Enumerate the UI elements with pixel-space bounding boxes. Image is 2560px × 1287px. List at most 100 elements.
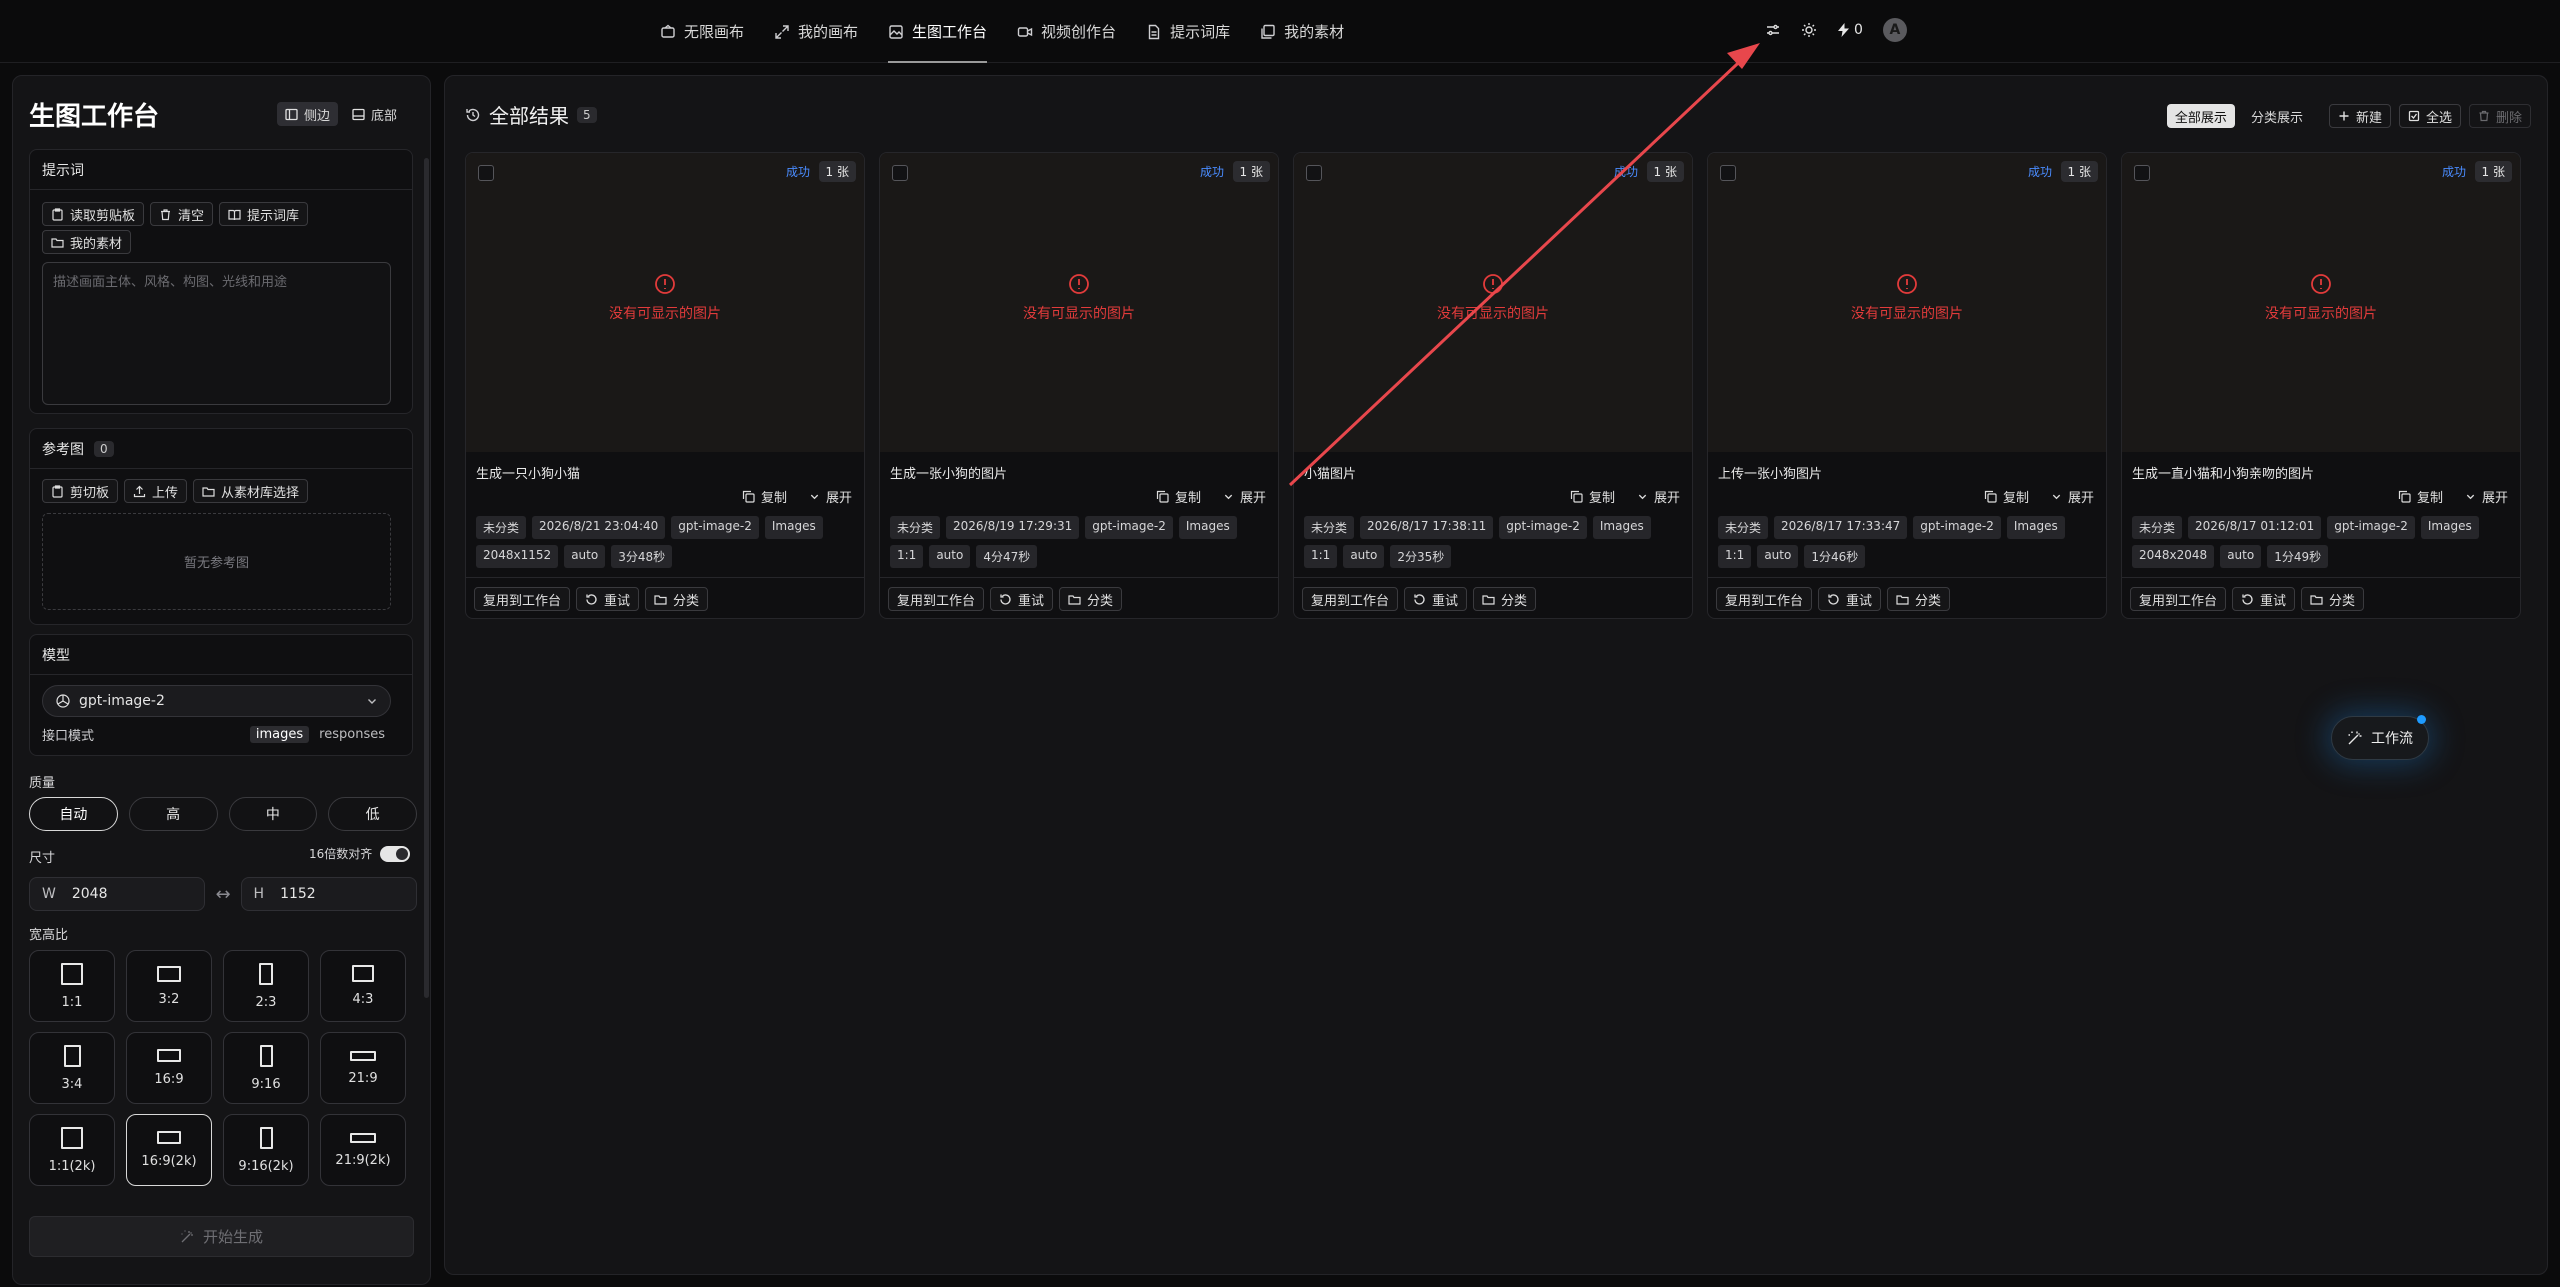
card-select-checkbox[interactable] <box>1720 165 1736 181</box>
snap-16-toggle[interactable] <box>380 845 411 862</box>
retry-button[interactable]: 重试 <box>2232 587 2296 611</box>
classify-button[interactable]: 分类 <box>1887 587 1951 611</box>
copy-button[interactable]: 复制 <box>742 487 787 506</box>
copy-icon <box>742 490 755 503</box>
button-label: 提示词库 <box>247 208 300 224</box>
card-select-checkbox[interactable] <box>478 165 494 181</box>
ratio-option[interactable]: 2:3 <box>223 950 309 1022</box>
expand-button[interactable]: 展开 <box>2465 487 2508 506</box>
result-card[interactable]: 成功 1 张 没有可显示的图片 上传一张小狗图片 复制 展开 未分类 2026/8… <box>1707 152 2107 619</box>
ratio-option[interactable]: 9:16 <box>223 1032 309 1104</box>
ratio-option[interactable]: 3:4 <box>29 1032 115 1104</box>
reference-dropzone[interactable]: 暂无参考图 <box>42 513 391 610</box>
quality-high-button[interactable]: 高 <box>128 797 218 831</box>
card-tag: 未分类 <box>476 516 527 539</box>
card-tags: 未分类 2026/8/17 17:33:47 gpt-image-2 Images 1:… <box>1718 516 2098 568</box>
width-input[interactable]: W 2048 <box>29 877 206 911</box>
reuse-to-workbench-button[interactable]: 复用到工作台 <box>1716 587 1813 611</box>
height-input[interactable]: H 1152 <box>240 877 417 911</box>
credits-indicator[interactable]: 0 <box>1837 22 1863 38</box>
card-select-checkbox[interactable] <box>1306 165 1322 181</box>
quality-auto-button[interactable]: 自动 <box>29 797 118 831</box>
ratio-option[interactable]: 4:3 <box>320 950 406 1022</box>
ratio-option[interactable]: 21:9(2k) <box>320 1114 406 1186</box>
reuse-to-workbench-button[interactable]: 复用到工作台 <box>1302 587 1399 611</box>
card-select-checkbox[interactable] <box>2134 165 2150 181</box>
card-tag: 2分35秒 <box>1390 545 1452 568</box>
button-label: 新建 <box>2355 110 2382 126</box>
paste-clipboard-button[interactable]: 剪切板 <box>42 479 119 503</box>
result-card[interactable]: 成功 1 张 没有可显示的图片 生成一直小猫和小狗亲吻的图片 复制 展开 未分类… <box>2121 152 2521 619</box>
nav-item-my-assets[interactable]: 我的素材 <box>1260 0 1344 63</box>
retry-button[interactable]: 重试 <box>576 587 640 611</box>
copy-button[interactable]: 复制 <box>1984 487 2029 506</box>
retry-button[interactable]: 重试 <box>990 587 1054 611</box>
prompt-textarea[interactable]: 描述画面主体、风格、构图、光线和用途 <box>42 262 391 405</box>
result-card[interactable]: 成功 1 张 没有可显示的图片 生成一只小狗小猫 复制 展开 未分类 2026/8… <box>465 152 865 619</box>
read-clipboard-button[interactable]: 读取剪贴板 <box>42 202 145 226</box>
quality-low-button[interactable]: 低 <box>328 797 417 831</box>
classify-button[interactable]: 分类 <box>1059 587 1123 611</box>
upload-button[interactable]: 上传 <box>124 479 188 503</box>
copy-button[interactable]: 复制 <box>1570 487 1615 506</box>
result-card[interactable]: 成功 1 张 没有可显示的图片 生成一张小狗的图片 复制 展开 未分类 2026/… <box>879 152 1279 619</box>
expand-button[interactable]: 展开 <box>1223 487 1266 506</box>
folder-icon <box>1896 594 1909 605</box>
nav-item-video-workbench[interactable]: 视频创作台 <box>1017 0 1116 63</box>
swap-dimensions-icon[interactable]: ↔ <box>215 884 230 905</box>
model-select[interactable]: gpt-image-2 <box>42 685 391 717</box>
aspect-ratio-grid: 1:1 3:2 2:3 4:3 3:4 16:9 9:16 21:9 1:1(2… <box>29 950 417 1186</box>
retry-button[interactable]: 重试 <box>1818 587 1882 611</box>
view-all-tab[interactable]: 全部展示 <box>2166 104 2235 128</box>
nav-item-image-workbench[interactable]: 生图工作台 <box>888 0 988 63</box>
reuse-to-workbench-button[interactable]: 复用到工作台 <box>888 587 985 611</box>
ratio-option[interactable]: 1:1(2k) <box>29 1114 115 1186</box>
status-badge: 成功 <box>2027 165 2052 179</box>
start-generate-button[interactable]: 开始生成 <box>29 1216 414 1257</box>
card-select-checkbox[interactable] <box>892 165 908 181</box>
reuse-to-workbench-button[interactable]: 复用到工作台 <box>2130 587 2227 611</box>
my-assets-button[interactable]: 我的素材 <box>42 230 132 254</box>
settings-sliders-icon[interactable] <box>1765 22 1781 38</box>
nav-item-prompt-library[interactable]: 提示词库 <box>1146 0 1230 63</box>
classify-button[interactable]: 分类 <box>1473 587 1537 611</box>
nav-item-infinite-canvas[interactable]: 无限画布 <box>660 0 744 63</box>
classify-button[interactable]: 分类 <box>645 587 709 611</box>
layout-bottom-button[interactable]: 底部 <box>344 102 405 126</box>
ratio-option[interactable]: 16:9 <box>126 1032 212 1104</box>
select-from-library-button[interactable]: 从素材库选择 <box>193 479 309 503</box>
api-mode-responses[interactable]: responses <box>313 726 391 743</box>
card-tag: gpt-image-2 <box>1085 516 1173 539</box>
expand-button[interactable]: 展开 <box>2051 487 2094 506</box>
ratio-option[interactable]: 1:1 <box>29 950 115 1022</box>
ratio-option-selected[interactable]: 16:9(2k) <box>126 1114 212 1186</box>
result-card[interactable]: 成功 1 张 没有可显示的图片 小猫图片 复制 展开 未分类 2026/8/17 … <box>1293 152 1693 619</box>
retry-button[interactable]: 重试 <box>1404 587 1468 611</box>
layout-side-button[interactable]: 侧边 <box>277 102 339 126</box>
expand-button[interactable]: 展开 <box>1637 487 1680 506</box>
quality-medium-button[interactable]: 中 <box>228 797 318 831</box>
select-all-button[interactable]: 全选 <box>2398 104 2461 128</box>
copy-button[interactable]: 复制 <box>1156 487 1201 506</box>
ratio-option[interactable]: 9:16(2k) <box>223 1114 309 1186</box>
delete-button[interactable]: 删除 <box>2468 104 2531 128</box>
ratio-option[interactable]: 3:2 <box>126 950 212 1022</box>
view-category-tab[interactable]: 分类展示 <box>2243 104 2311 128</box>
ratio-option[interactable]: 21:9 <box>320 1032 406 1104</box>
classify-button[interactable]: 分类 <box>2301 587 2365 611</box>
expand-button[interactable]: 展开 <box>809 487 852 506</box>
user-avatar[interactable]: A <box>1882 18 1907 42</box>
button-label: 清空 <box>178 208 205 224</box>
api-mode-images[interactable]: images <box>249 725 310 743</box>
theme-sun-icon[interactable] <box>1801 22 1817 38</box>
copy-button[interactable]: 复制 <box>2398 487 2443 506</box>
prompt-library-button[interactable]: 提示词库 <box>219 202 309 226</box>
panel-scrollbar[interactable] <box>424 158 429 998</box>
reuse-to-workbench-button[interactable]: 复用到工作台 <box>474 587 571 611</box>
clear-button[interactable]: 清空 <box>150 202 214 226</box>
ratio-label: 1:1 <box>61 994 83 1010</box>
workflow-button[interactable]: 工作流 <box>2331 715 2429 760</box>
button-label: 展开 <box>1653 491 1680 506</box>
new-button[interactable]: 新建 <box>2328 104 2391 128</box>
nav-item-my-canvas[interactable]: 我的画布 <box>774 0 858 63</box>
